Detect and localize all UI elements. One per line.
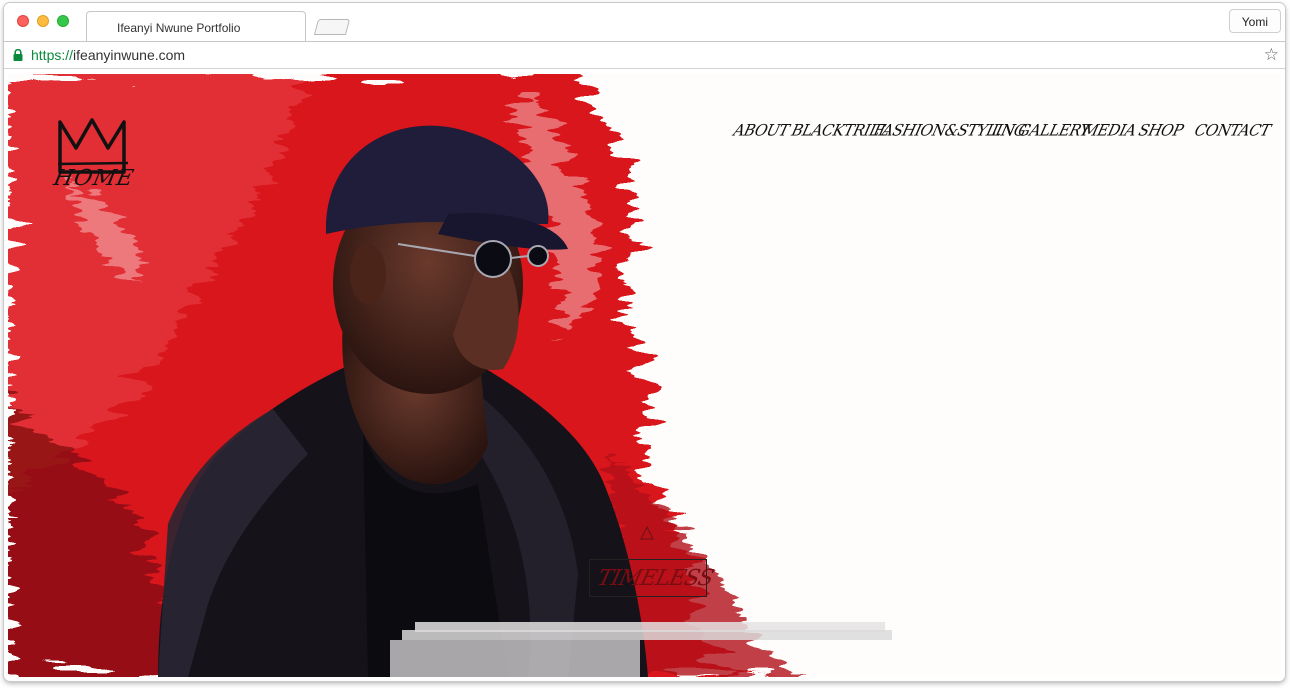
lock-icon xyxy=(13,49,23,61)
tab-strip: Ifeanyi Nwune Portfolio Yomi xyxy=(4,3,1285,41)
triangle-icon xyxy=(640,526,654,540)
bookmark-star-icon[interactable]: ☆ xyxy=(1264,45,1279,65)
url-text[interactable]: https://ifeanyinwune.com xyxy=(31,47,185,63)
close-window-button[interactable] xyxy=(17,15,29,27)
loading-placeholder xyxy=(390,640,640,677)
webpage: HOME ABOUT BLACKTRILL FASHION&STYLING I.… xyxy=(8,74,1281,677)
nav-item-about[interactable]: ABOUT xyxy=(732,121,791,140)
home-link[interactable]: HOME xyxy=(51,166,136,191)
zoom-window-button[interactable] xyxy=(57,15,69,27)
tab-active[interactable]: Ifeanyi Nwune Portfolio xyxy=(86,11,306,41)
nav-item-contact[interactable]: CONTACT xyxy=(1193,121,1273,140)
hero-portrait-image xyxy=(8,74,808,677)
address-bar[interactable]: https://ifeanyinwune.com ☆ xyxy=(4,41,1285,69)
minimize-window-button[interactable] xyxy=(37,15,49,27)
nav-item-media[interactable]: MEDIA xyxy=(1081,121,1138,140)
nav-item-shop[interactable]: SHOP xyxy=(1137,121,1185,140)
profile-button[interactable]: Yomi xyxy=(1228,9,1281,33)
url-scheme: https:// xyxy=(31,47,74,63)
new-tab-button[interactable] xyxy=(313,19,351,35)
tab-title: Ifeanyi Nwune Portfolio xyxy=(117,21,241,35)
nav-item-in-gallery[interactable]: I.N GALLERY xyxy=(990,121,1092,140)
timeless-badge[interactable]: TIMELESS xyxy=(589,559,715,597)
badge-text: TIMELESS xyxy=(594,566,716,591)
url-host: ifeanyinwune.com xyxy=(73,47,186,63)
loading-placeholder xyxy=(402,630,892,640)
browser-window: Ifeanyi Nwune Portfolio Yomi https://ife… xyxy=(4,3,1285,681)
